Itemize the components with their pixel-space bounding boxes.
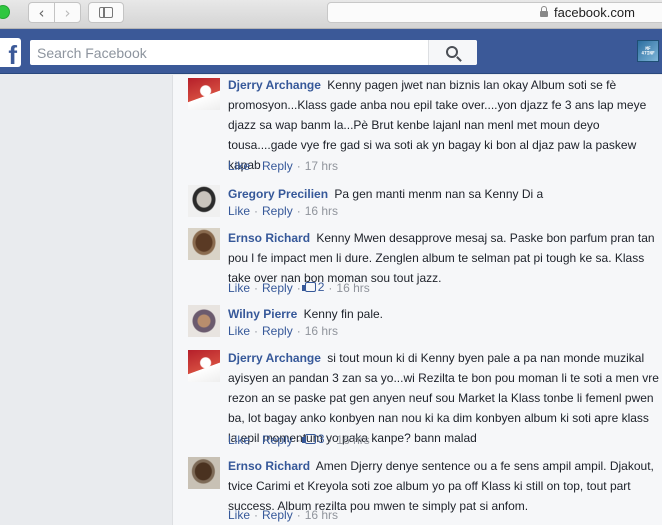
comment-text: Kenny pagen jwet nan biznis lan okay Alb… [228,78,647,172]
comment-text: si tout moun ki di Kenny byen pale a pa … [228,351,659,445]
like-count-value: 3 [317,432,325,446]
avatar[interactable] [188,350,220,382]
profile-badge-text: MF 47INF [641,46,655,56]
comment-actions: Like · Reply · 17 hrs [228,159,339,173]
comment-actions: Like · Reply · 16 hrs [228,508,339,522]
comment-body: Wilny Pierre Kenny fin pale. [228,304,660,324]
comment-actions: Like · Reply · 16 hrs [228,324,339,338]
comment-author[interactable]: Wilny Pierre [228,307,297,321]
sidebar-toggle-button[interactable] [88,2,124,23]
reply-link[interactable]: Reply [262,433,293,447]
comment-author[interactable]: Djerry Archange [228,351,321,365]
like-link[interactable]: Like [228,281,250,295]
like-link[interactable]: Like [228,433,250,447]
comment-time[interactable]: 16 hrs [305,508,338,522]
comment-time[interactable]: 16 hrs [336,281,369,295]
browser-toolbar: ‹ › facebook.com [0,0,662,29]
profile-avatar[interactable]: MF 47INF [637,40,659,62]
comment-author[interactable]: Gregory Precilien [228,187,328,201]
comment-body: Gregory Precilien Pa gen manti menm nan … [228,184,660,204]
lock-icon [540,5,548,17]
comment-author[interactable]: Ernso Richard [228,231,310,245]
reply-link[interactable]: Reply [262,324,293,338]
reply-link[interactable]: Reply [262,281,293,295]
reply-link[interactable]: Reply [262,159,293,173]
comments-panel: Djerry Archange Kenny pagen jwet nan biz… [172,75,662,525]
window-zoom-button[interactable] [0,5,10,19]
search-button[interactable] [428,40,477,65]
comment-body: Ernso Richard Amen Djerry denye sentence… [228,456,660,516]
avatar[interactable] [188,228,220,260]
like-count[interactable]: 2 [301,280,325,294]
comment-text: Kenny fin pale. [303,307,383,321]
back-arrow-icon: ‹ [38,3,45,22]
avatar[interactable] [188,457,220,489]
thumbs-up-icon [301,434,316,444]
sidebar-icon [99,7,113,18]
like-link[interactable]: Like [228,508,250,522]
address-bar[interactable]: facebook.com [327,2,662,23]
search-box [30,40,477,65]
forward-arrow-icon: › [64,3,71,22]
comment-actions: Like · Reply · 2 · 16 hrs [228,280,370,295]
screen: ‹ › facebook.com f MF 47INF Djerry Archa… [0,0,662,525]
avatar[interactable] [188,78,220,110]
back-button[interactable]: ‹ [28,2,55,23]
search-input[interactable] [30,40,428,65]
left-column [0,75,172,525]
avatar[interactable] [188,185,220,217]
forward-button[interactable]: › [54,2,81,23]
facebook-header: f [0,29,662,74]
comment-time[interactable]: 16 hrs [305,324,338,338]
reply-link[interactable]: Reply [262,204,293,218]
like-count-value: 2 [317,280,325,294]
reply-link[interactable]: Reply [262,508,293,522]
comment-author[interactable]: Ernso Richard [228,459,310,473]
like-link[interactable]: Like [228,159,250,173]
comment-time[interactable]: 17 hrs [305,159,338,173]
search-icon [446,45,458,58]
like-link[interactable]: Like [228,324,250,338]
comment-time[interactable]: 16 hrs [305,204,338,218]
comment-actions: Like · Reply · 16 hrs [228,204,339,218]
thumbs-up-icon [301,282,316,292]
like-link[interactable]: Like [228,204,250,218]
logo-letter: f [8,40,17,67]
comment-text: Pa gen manti menm nan sa Kenny Di a [334,187,544,201]
comment-time[interactable]: 16 hrs [336,433,369,447]
comment-body: Ernso Richard Kenny Mwen desapprove mesa… [228,228,660,288]
comment-actions: Like · Reply · 3 · 16 hrs [228,432,370,447]
address-text: facebook.com [554,5,635,20]
like-count[interactable]: 3 [301,432,325,446]
comment-author[interactable]: Djerry Archange [228,78,321,92]
avatar[interactable] [188,305,220,337]
facebook-logo-icon[interactable]: f [0,38,21,67]
